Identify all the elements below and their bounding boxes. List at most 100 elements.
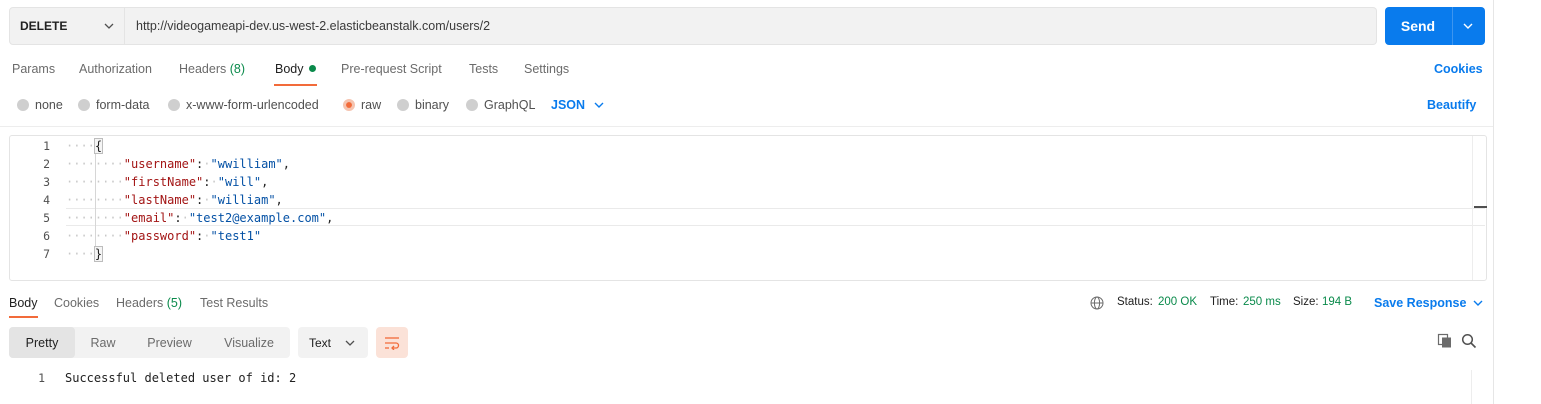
line-number: 1 bbox=[43, 139, 50, 153]
method-select[interactable]: DELETE bbox=[9, 7, 125, 45]
radio-circle bbox=[466, 99, 478, 111]
tab-test-results[interactable]: Test Results bbox=[200, 296, 268, 310]
right-sidebar-gutter bbox=[1493, 0, 1541, 404]
body-editor[interactable]: 1 2 3 4 5 6 7 ····{ ········"username":·… bbox=[9, 135, 1487, 281]
send-divider bbox=[1452, 7, 1453, 45]
radio-form-data[interactable]: form-data bbox=[78, 98, 150, 112]
size-value-text: 194 B bbox=[1322, 296, 1353, 308]
copy-icon[interactable] bbox=[1437, 333, 1453, 349]
code-line: ········"firstName":·"will", bbox=[66, 175, 269, 189]
radio-urlencoded-label: x-www-form-urlencoded bbox=[186, 98, 319, 112]
json-value: "test2@example.com" bbox=[188, 211, 327, 225]
json-comma: , bbox=[326, 211, 334, 225]
json-comma: , bbox=[261, 175, 269, 189]
chevron-down-icon bbox=[594, 102, 604, 108]
chevron-down-icon bbox=[1473, 300, 1483, 306]
time-value[interactable]: 250 ms bbox=[1243, 296, 1281, 308]
tab-authorization[interactable]: Authorization bbox=[79, 62, 152, 76]
tab-headers[interactable]: Headers (8) bbox=[179, 62, 245, 76]
format-label: JSON bbox=[551, 98, 586, 112]
status-value[interactable]: 200 OK bbox=[1158, 296, 1197, 308]
tab-tests[interactable]: Tests bbox=[469, 62, 498, 76]
time-value-text: 250 ms bbox=[1243, 296, 1281, 308]
radio-raw[interactable]: raw bbox=[343, 98, 381, 112]
line-number: 2 bbox=[43, 157, 50, 171]
radio-graphql[interactable]: GraphQL bbox=[466, 98, 535, 112]
method-label: DELETE bbox=[20, 19, 68, 33]
tab-response-headers-count: (5) bbox=[166, 296, 183, 310]
json-colon: : bbox=[174, 211, 182, 225]
json-value: "william" bbox=[210, 193, 276, 207]
code-line: ········"password":·"test1" bbox=[66, 229, 262, 243]
radio-urlencoded[interactable]: x-www-form-urlencoded bbox=[168, 98, 319, 112]
tab-response-body[interactable]: Body bbox=[9, 296, 38, 310]
body-indicator-dot bbox=[308, 65, 316, 72]
response-type-label: Text bbox=[309, 335, 332, 350]
tab-settings[interactable]: Settings bbox=[524, 62, 569, 76]
line-number: 6 bbox=[43, 229, 50, 243]
tab-response-cookies[interactable]: Cookies bbox=[54, 296, 99, 310]
radio-circle bbox=[397, 99, 409, 111]
postman-request-panel: DELETE http://videogameapi-dev.us-west-2… bbox=[0, 0, 1493, 404]
json-value: "will" bbox=[217, 175, 262, 189]
save-response-label: Save Response bbox=[1374, 296, 1467, 310]
time-label: Time: bbox=[1210, 296, 1239, 308]
radio-binary-label: binary bbox=[415, 98, 450, 112]
view-visualize[interactable]: Visualize bbox=[208, 327, 290, 358]
scroll-cursor-mark bbox=[1474, 206, 1487, 208]
response-type-select[interactable]: Text bbox=[298, 327, 368, 358]
wrap-lines-icon bbox=[385, 336, 400, 350]
view-preview[interactable]: Preview bbox=[131, 327, 208, 358]
json-key: "email" bbox=[123, 211, 175, 225]
url-text: http://videogameapi-dev.us-west-2.elasti… bbox=[136, 19, 491, 33]
radio-graphql-label: GraphQL bbox=[484, 98, 536, 112]
json-colon: : bbox=[203, 175, 211, 189]
tab-headers-count: (8) bbox=[229, 62, 246, 76]
json-value: "test1" bbox=[210, 229, 262, 243]
open-brace: { bbox=[93, 138, 104, 154]
tab-body[interactable]: Body bbox=[275, 62, 316, 76]
view-pretty[interactable]: Pretty bbox=[9, 327, 75, 358]
wrap-lines-button[interactable] bbox=[376, 327, 408, 358]
search-icon[interactable] bbox=[1461, 333, 1477, 349]
radio-none[interactable]: none bbox=[17, 98, 63, 112]
json-value: "wwilliam" bbox=[210, 157, 283, 171]
response-line-number: 1 bbox=[38, 371, 45, 385]
editor-scrollbar[interactable] bbox=[1472, 136, 1487, 280]
active-response-tab-underline bbox=[9, 316, 38, 318]
view-mode-tabs: Pretty Raw Preview Visualize bbox=[9, 327, 290, 358]
line-number: 3 bbox=[43, 175, 50, 189]
cookies-link[interactable]: Cookies bbox=[1434, 62, 1483, 76]
view-raw[interactable]: Raw bbox=[75, 327, 131, 358]
response-scrollbar[interactable] bbox=[1471, 370, 1485, 404]
active-tab-underline bbox=[274, 84, 317, 86]
body-type-options: none form-data x-www-form-urlencoded raw… bbox=[0, 95, 1493, 117]
url-bar: DELETE http://videogameapi-dev.us-west-2… bbox=[9, 7, 1485, 45]
json-key: "lastName" bbox=[123, 193, 197, 207]
tab-body-label: Body bbox=[275, 62, 304, 76]
chevron-down-icon[interactable] bbox=[1462, 21, 1474, 31]
tab-response-headers-label: Headers bbox=[116, 296, 164, 310]
radio-raw-label: raw bbox=[361, 98, 382, 112]
url-input[interactable]: http://videogameapi-dev.us-west-2.elasti… bbox=[125, 7, 1377, 45]
tab-params[interactable]: Params bbox=[12, 62, 55, 76]
radio-circle-selected bbox=[343, 99, 355, 111]
radio-binary[interactable]: binary bbox=[397, 98, 449, 112]
line-number: 5 bbox=[43, 211, 50, 225]
size-value[interactable]: 194 B bbox=[1322, 296, 1352, 308]
send-label: Send bbox=[1400, 18, 1436, 34]
beautify-link[interactable]: Beautify bbox=[1427, 98, 1476, 112]
code-line: ········"email":·"test2@example.com", bbox=[66, 211, 334, 225]
tab-prerequest-script[interactable]: Pre-request Script bbox=[341, 62, 442, 76]
code-line: ········"username":·"wwilliam", bbox=[66, 157, 290, 171]
divider bbox=[0, 126, 1493, 127]
format-select[interactable]: JSON bbox=[551, 98, 604, 112]
send-button[interactable]: Send bbox=[1385, 7, 1485, 45]
tab-response-headers[interactable]: Headers (5) bbox=[116, 296, 182, 310]
json-key: "username" bbox=[123, 157, 197, 171]
response-text: Successful deleted user of id: 2 bbox=[65, 371, 297, 385]
save-response-button[interactable]: Save Response bbox=[1374, 296, 1483, 310]
radio-circle bbox=[78, 99, 90, 111]
response-body[interactable]: 1 Successful deleted user of id: 2 bbox=[9, 366, 1487, 404]
globe-icon[interactable] bbox=[1090, 296, 1104, 310]
